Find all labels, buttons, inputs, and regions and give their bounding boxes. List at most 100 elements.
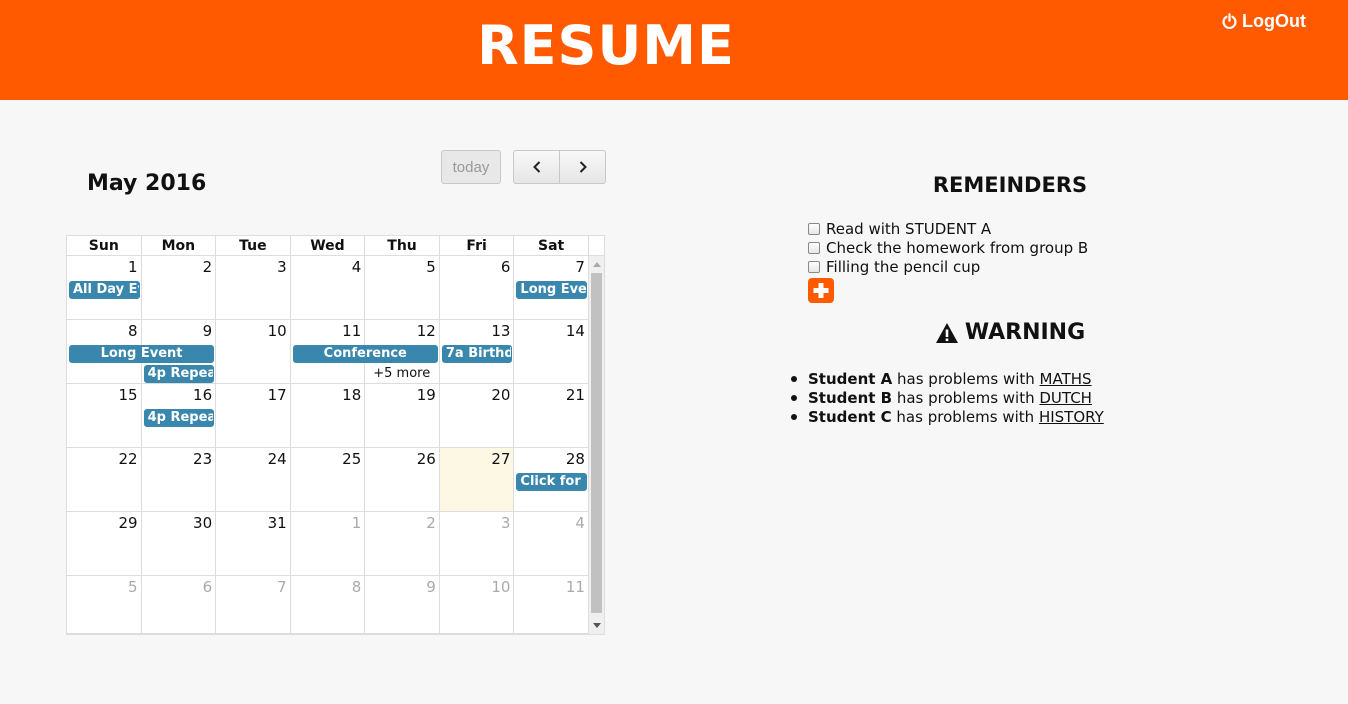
day-number: 24 [267,450,287,468]
day-cell[interactable]: 25 [291,448,366,511]
day-number: 29 [118,514,138,532]
day-number: 2 [202,258,213,276]
day-cell[interactable]: 18 [291,384,366,447]
warning-text: has problems with [892,388,1040,407]
calendar-event[interactable]: Conference [292,345,438,363]
next-month-button[interactable] [559,151,605,183]
scroll-down-arrow[interactable] [593,623,601,628]
weekday-mon: Mon [142,236,217,255]
power-icon [1222,13,1237,30]
subject-link[interactable]: MATHS [1040,370,1092,388]
day-cell[interactable]: 5 [67,576,142,633]
scroll-thumb[interactable] [591,273,602,613]
prev-month-button[interactable] [514,151,559,183]
day-cell[interactable]: 11 [514,576,589,633]
day-cell[interactable]: 29 [67,512,142,575]
day-number: 5 [128,578,138,596]
today-button[interactable]: today [441,150,501,184]
weekday-thu: Thu [365,236,440,255]
day-cell[interactable]: 6 [142,576,217,633]
day-number: 1 [128,258,138,276]
day-number: 6 [500,258,511,276]
calendar-event[interactable]: 7a Birthda [441,345,513,363]
day-cell[interactable]: 31 [216,512,291,575]
day-number: 28 [565,450,585,468]
calendar-week: 22 23 24 25 26 27 28 [67,448,589,512]
reminder-label: Filling the pencil cup [826,257,981,276]
scroll-up-arrow[interactable] [593,262,601,267]
day-cell[interactable]: 3 [440,512,515,575]
warning-list: Student A has problems with MATHS Studen… [791,369,1104,426]
warning-text: has problems with [892,369,1040,388]
calendar-event[interactable]: 4p Repea [143,409,215,427]
day-cell[interactable]: 8 [291,576,366,633]
day-number: 22 [118,450,138,468]
warning-title: WARNING [890,320,1130,345]
day-cell[interactable]: 4 [291,256,366,319]
day-cell[interactable]: 27 [439,448,515,511]
day-number: 31 [267,514,287,532]
weekday-tue: Tue [216,236,291,255]
calendar-week: 29 30 31 1 2 3 4 [67,512,589,576]
day-cell[interactable]: 19 [365,384,440,447]
day-cell[interactable]: 1 [291,512,366,575]
day-cell[interactable]: 4 [514,512,589,575]
calendar-week: 1 2 3 4 5 6 7 [67,256,589,320]
day-cell[interactable]: 2 [142,256,217,319]
calendar-grid: 1 2 3 4 5 6 7 8 9 10 11 12 13 14 15 16 17 18 19 20 21 22 23 24 2… [67,256,589,634]
calendar-event[interactable]: 4p Repea [143,365,215,383]
warning-icon [935,322,958,343]
weekday-header: Sun Mon Tue Wed Thu Fri Sat [67,236,589,256]
logout-label: LogOut [1242,11,1306,31]
day-cell[interactable]: 10 [216,320,291,383]
day-cell[interactable]: 23 [142,448,217,511]
day-cell[interactable]: 20 [440,384,515,447]
day-number: 18 [342,386,362,404]
day-number: 19 [416,386,436,404]
day-cell[interactable]: 22 [67,448,142,511]
calendar-event[interactable]: Long Ever [516,281,587,299]
reminder-item: Filling the pencil cup [808,257,1088,276]
more-events-link[interactable]: +5 more [373,366,430,381]
day-cell[interactable]: 15 [67,384,142,447]
calendar-event[interactable]: Long Event [69,345,215,363]
day-number: 3 [500,514,511,532]
calendar-event[interactable]: All Day Ev [69,281,140,299]
chevron-left-icon [532,161,540,173]
logout-button[interactable]: LogOut [1221,11,1306,32]
day-number: 11 [342,322,362,340]
day-cell[interactable]: 24 [216,448,291,511]
weekday-sun: Sun [67,236,142,255]
day-cell[interactable]: 3 [216,256,291,319]
calendar-event[interactable]: Click for C [516,473,587,491]
reminders-title: REMEINDERS [932,173,1088,197]
day-number: 8 [351,578,362,596]
day-cell[interactable]: 21 [514,384,589,447]
warning-item: Student C has problems with HISTORY [791,407,1104,426]
day-number: 26 [416,450,436,468]
day-cell[interactable]: 6 [440,256,515,319]
day-cell[interactable]: 17 [216,384,291,447]
month-calendar: Sun Mon Tue Wed Thu Fri Sat 1 2 3 4 5 6 7 8 9 10 1… [66,235,605,635]
calendar-scrollbar[interactable] [589,256,604,634]
day-cell[interactable]: 9 [365,576,440,633]
day-cell[interactable]: 5 [365,256,440,319]
reminder-checkbox[interactable] [808,241,820,254]
weekday-wed: Wed [291,236,366,255]
day-number: 30 [193,514,213,532]
day-number: 2 [426,514,436,532]
subject-link[interactable]: DUTCH [1039,389,1092,407]
day-cell[interactable]: 26 [365,448,440,511]
reminder-item: Read with STUDENT A [808,219,1088,238]
day-cell[interactable]: 14 [514,320,589,383]
reminder-checkbox[interactable] [808,260,820,273]
day-cell[interactable]: 7 [216,576,291,633]
weekday-sat: Sat [514,236,589,255]
day-number: 27 [491,450,511,468]
add-reminder-button[interactable] [808,278,834,303]
reminder-checkbox[interactable] [808,222,820,235]
subject-link[interactable]: HISTORY [1039,408,1104,426]
day-cell[interactable]: 2 [365,512,440,575]
day-cell[interactable]: 30 [142,512,217,575]
day-cell[interactable]: 10 [440,576,515,633]
